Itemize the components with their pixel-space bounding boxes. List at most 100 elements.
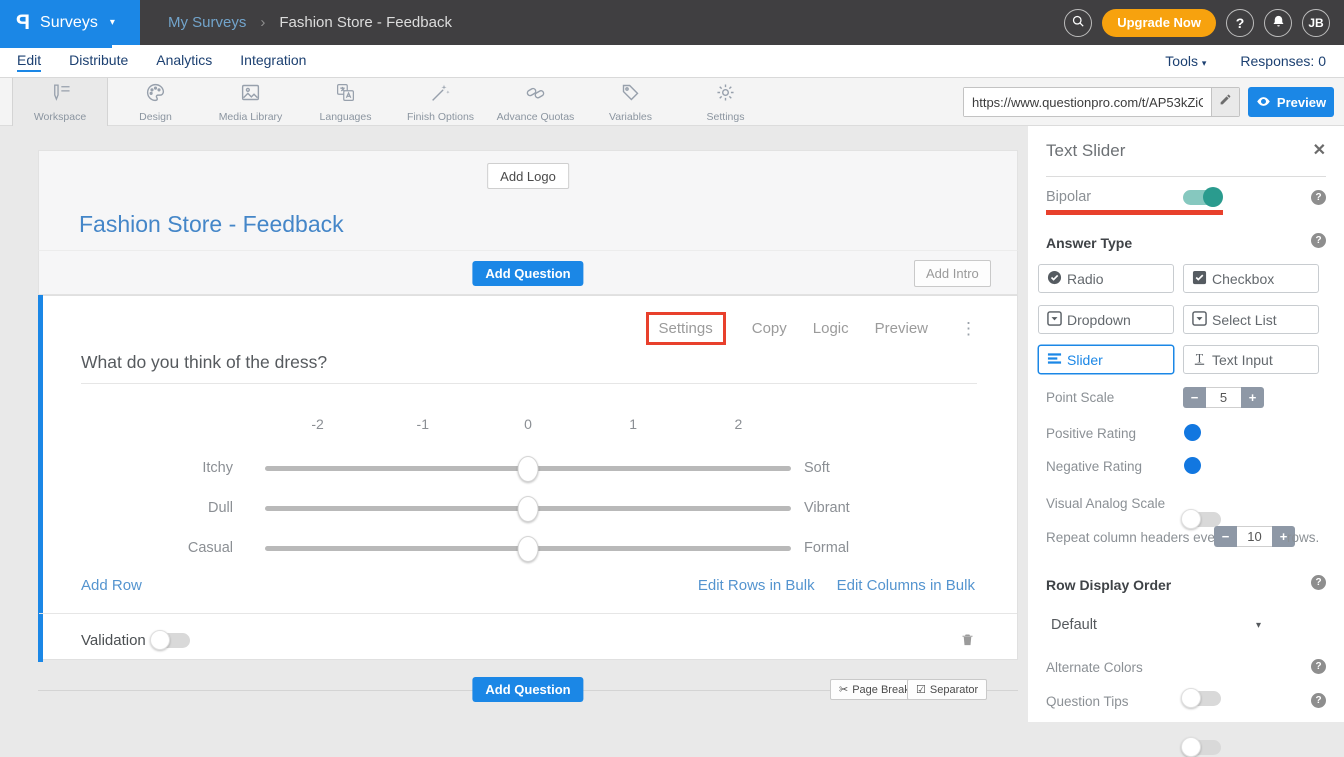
question-tips-help-icon[interactable]: ?	[1311, 693, 1326, 708]
chevron-down-icon: ▾	[110, 17, 115, 28]
repeat-headers-value[interactable]: 10	[1237, 526, 1272, 547]
page-break-button[interactable]: ✂ Page Break	[830, 679, 919, 700]
minus-button[interactable]: −	[1183, 387, 1206, 408]
search-button[interactable]	[1064, 9, 1092, 37]
advance-quotas-icon	[524, 82, 547, 108]
add-question-button-top[interactable]: Add Question	[472, 261, 583, 286]
notifications-button[interactable]	[1264, 9, 1292, 37]
toolbar-item-workspace[interactable]: Workspace	[12, 78, 108, 126]
slider-track[interactable]	[265, 506, 791, 511]
alternate-colors-help-icon[interactable]: ?	[1311, 659, 1326, 674]
answer-type-text-input[interactable]: T Text Input	[1183, 345, 1319, 374]
slider-handle[interactable]	[518, 456, 539, 482]
slider-track[interactable]	[265, 466, 791, 471]
question-copy-button[interactable]: Copy	[752, 320, 787, 337]
row-display-order-select[interactable]: Default ▾	[1046, 612, 1261, 638]
tab-integration[interactable]: Integration	[240, 50, 306, 72]
answer-type-dropdown[interactable]: Dropdown	[1038, 305, 1174, 334]
alternate-colors-toggle[interactable]	[1183, 691, 1221, 706]
validation-toggle[interactable]	[152, 633, 190, 648]
svg-text:T: T	[1196, 351, 1204, 365]
bipolar-toggle[interactable]	[1183, 190, 1221, 205]
question-settings-button[interactable]: Settings	[646, 312, 726, 345]
search-icon	[1071, 14, 1086, 32]
question-text[interactable]: What do you think of the dress?	[81, 352, 327, 373]
answer-type-checkbox[interactable]: Checkbox	[1183, 264, 1319, 293]
positive-rating-color-swatch[interactable]	[1184, 424, 1201, 441]
point-scale-value[interactable]: 5	[1206, 387, 1241, 408]
editor-toolbar: Workspace Design Media Library Languages…	[0, 78, 1344, 126]
scale-label: 2	[686, 416, 791, 432]
add-row-link[interactable]: Add Row	[81, 577, 142, 594]
minus-button[interactable]: −	[1214, 526, 1237, 547]
answer-type-select-list[interactable]: Select List	[1183, 305, 1319, 334]
plus-button[interactable]: +	[1241, 387, 1264, 408]
positive-rating-label: Positive Rating	[1046, 426, 1136, 441]
checkbox-icon	[1192, 270, 1207, 288]
survey-editor: Add Logo Fashion Store - Feedback Add Qu…	[38, 150, 1018, 722]
edit-rows-in-bulk-link[interactable]: Edit Rows in Bulk	[698, 577, 815, 594]
tab-edit[interactable]: Edit	[17, 50, 41, 72]
toolbar-item-design[interactable]: Design	[108, 78, 203, 126]
tab-analytics[interactable]: Analytics	[156, 50, 212, 72]
slider-row: Itchy Soft	[39, 448, 1019, 488]
toolbar-item-media-library[interactable]: Media Library	[203, 78, 298, 126]
breadcrumb-my-surveys[interactable]: My Surveys	[168, 14, 246, 31]
tab-distribute[interactable]: Distribute	[69, 50, 128, 72]
close-icon[interactable]: ✕	[1313, 140, 1326, 160]
edit-url-button[interactable]	[1211, 88, 1239, 116]
edit-columns-in-bulk-link[interactable]: Edit Columns in Bulk	[837, 577, 975, 594]
separator-check-icon: ☑	[916, 683, 926, 696]
question-preview-button[interactable]: Preview	[875, 320, 928, 337]
survey-header: Add Logo Fashion Store - Feedback	[38, 150, 1018, 250]
question-logic-button[interactable]: Logic	[813, 320, 849, 337]
slider-handle[interactable]	[518, 536, 539, 562]
chevron-down-icon: ▾	[1256, 620, 1261, 631]
negative-rating-color-swatch[interactable]	[1184, 457, 1201, 474]
slider-handle[interactable]	[518, 496, 539, 522]
trash-icon[interactable]	[960, 630, 975, 654]
question-mark-icon: ?	[1236, 15, 1245, 31]
questionpro-logo-icon: P	[16, 11, 30, 35]
toolbar-item-advance-quotas[interactable]: Advance Quotas	[488, 78, 583, 126]
avatar[interactable]: JB	[1302, 9, 1330, 37]
survey-nav: Edit Distribute Analytics Integration To…	[0, 45, 1344, 78]
scale-labels: -2 -1 0 1 2	[265, 416, 791, 432]
add-logo-button[interactable]: Add Logo	[487, 163, 569, 189]
responses-count[interactable]: Responses: 0	[1240, 53, 1326, 69]
more-options-icon[interactable]: ⋮	[960, 320, 977, 337]
brand-menu[interactable]: P Surveys ▾	[0, 0, 140, 45]
slider-track[interactable]	[265, 546, 791, 551]
toolbar-item-languages[interactable]: Languages	[298, 78, 393, 126]
active-section-strip	[0, 45, 112, 48]
survey-title[interactable]: Fashion Store - Feedback	[79, 211, 344, 238]
text-slider-settings-panel: Text Slider ✕ Bipolar ? Answer Type ? Ra…	[1028, 126, 1344, 722]
radio-icon	[1047, 270, 1062, 288]
toolbar-item-settings[interactable]: Settings	[678, 78, 773, 126]
help-button[interactable]: ?	[1226, 9, 1254, 37]
toolbar-item-finish-options[interactable]: Finish Options	[393, 78, 488, 126]
question-tips-toggle[interactable]	[1183, 740, 1221, 755]
bipolar-help-icon[interactable]: ?	[1311, 190, 1326, 205]
answer-type-radio[interactable]: Radio	[1038, 264, 1174, 293]
row-display-order-help-icon[interactable]: ?	[1311, 575, 1326, 590]
visual-analog-scale-label: Visual Analog Scale	[1046, 496, 1165, 511]
separator-button[interactable]: ☑ Separator	[907, 679, 987, 700]
gear-icon	[714, 82, 737, 108]
visual-analog-scale-toggle[interactable]	[1183, 512, 1221, 527]
upgrade-now-button[interactable]: Upgrade Now	[1102, 9, 1216, 37]
point-scale-stepper: − 5 +	[1183, 387, 1264, 408]
answer-type-slider[interactable]: Slider	[1038, 345, 1174, 374]
answer-type-help-icon[interactable]: ?	[1311, 233, 1326, 248]
add-intro-button[interactable]: Add Intro	[914, 260, 991, 287]
preview-button[interactable]: Preview	[1248, 87, 1334, 117]
tools-menu[interactable]: Tools ▾	[1165, 53, 1206, 69]
panel-divider	[1046, 176, 1326, 177]
languages-icon	[334, 82, 357, 108]
slider-row: Casual Formal	[39, 528, 1019, 568]
finish-options-icon	[429, 82, 452, 108]
breadcrumb: My Surveys › Fashion Store - Feedback	[168, 14, 452, 31]
add-question-button-bottom[interactable]: Add Question	[472, 677, 583, 702]
toolbar-item-variables[interactable]: Variables	[583, 78, 678, 126]
survey-url-input[interactable]	[964, 88, 1211, 116]
